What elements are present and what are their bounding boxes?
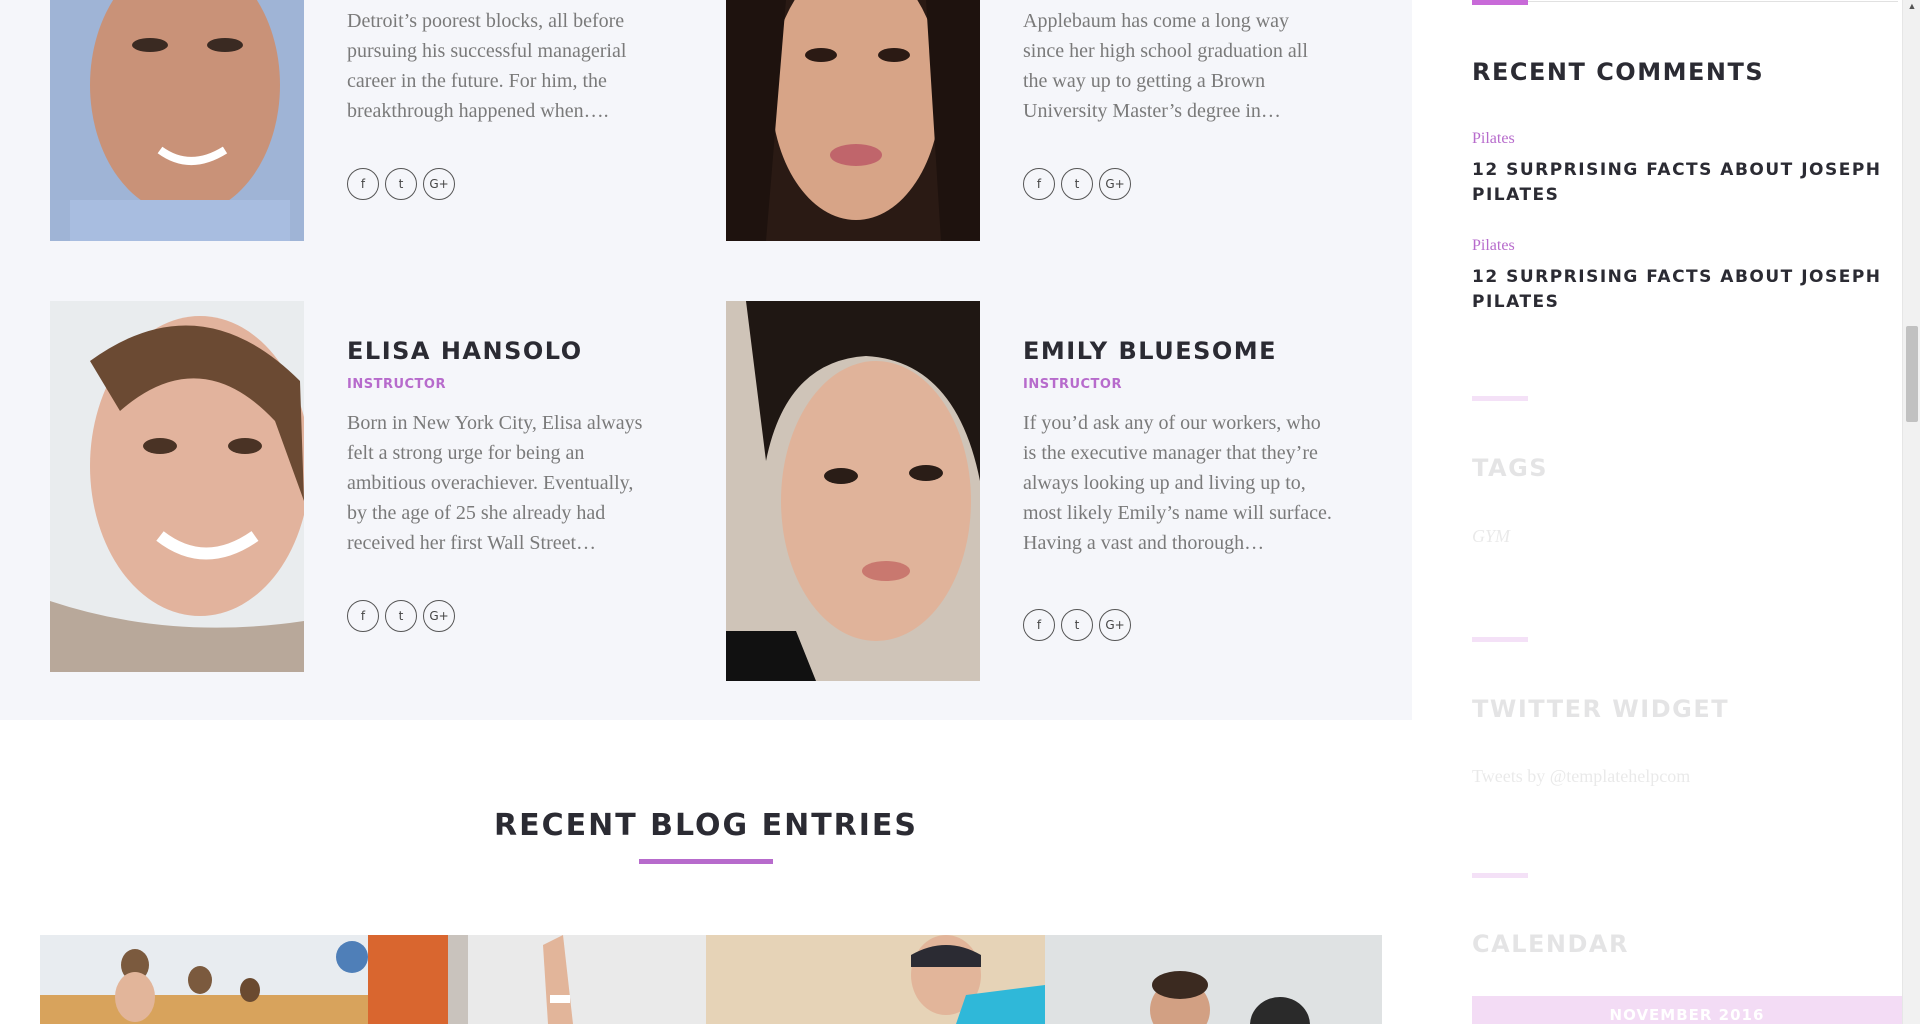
member-socials: f t G+ bbox=[1023, 168, 1131, 200]
member-bio: Born in New York City, Elisa always felt… bbox=[347, 412, 643, 554]
blog-entries bbox=[40, 935, 1382, 1024]
twitter-icon[interactable]: t bbox=[385, 168, 417, 200]
member-socials: f t G+ bbox=[347, 600, 455, 632]
facebook-icon[interactable]: f bbox=[1023, 609, 1055, 641]
tags-heading: TAGS bbox=[1472, 454, 1549, 482]
twitter-icon[interactable]: t bbox=[1061, 168, 1093, 200]
member-card: Applebaum has come a long way since her … bbox=[1023, 6, 1333, 126]
scrollbar-thumb[interactable] bbox=[1906, 326, 1918, 422]
member-card: Detroit’s poorest blocks, all before pur… bbox=[347, 6, 657, 126]
member-photo bbox=[726, 301, 980, 681]
member-bio: Detroit’s poorest blocks, all before pur… bbox=[347, 10, 627, 122]
comment-post-link[interactable]: 12 SURPRISING FACTS ABOUT JOSEPH PILATES bbox=[1472, 158, 1882, 208]
member-photo bbox=[726, 0, 980, 241]
title-underline bbox=[639, 859, 773, 864]
widget-accent-bar bbox=[1472, 637, 1528, 642]
sidebar: RECENT COMMENTS Pilates 12 SURPRISING FA… bbox=[1412, 0, 1902, 1024]
tag-link[interactable]: GYM bbox=[1472, 526, 1510, 547]
comment-post-link[interactable]: 12 SURPRISING FACTS ABOUT JOSEPH PILATES bbox=[1472, 265, 1882, 315]
divider bbox=[1528, 1, 1898, 2]
member-name[interactable]: ELISA HANSOLO bbox=[347, 337, 657, 365]
recent-comments-heading: RECENT COMMENTS bbox=[1472, 58, 1765, 86]
member-role: INSTRUCTOR bbox=[1023, 377, 1122, 392]
blog-entry-image[interactable] bbox=[40, 935, 368, 1024]
scroll-up-arrow-icon[interactable]: ▲ bbox=[1903, 0, 1920, 14]
twitter-icon[interactable]: t bbox=[1061, 609, 1093, 641]
blog-entry-image[interactable] bbox=[368, 935, 706, 1024]
google-plus-icon[interactable]: G+ bbox=[1099, 168, 1131, 200]
member-bio: Applebaum has come a long way since her … bbox=[1023, 10, 1308, 122]
member-socials: f t G+ bbox=[347, 168, 455, 200]
calendar-heading: CALENDAR bbox=[1472, 930, 1629, 958]
google-plus-icon[interactable]: G+ bbox=[423, 600, 455, 632]
calendar-month-header: NOVEMBER 2016 bbox=[1472, 996, 1902, 1024]
widget-accent-bar bbox=[1472, 873, 1528, 878]
widget-accent-bar bbox=[1472, 0, 1528, 5]
page-scrollbar[interactable]: ▲ bbox=[1902, 0, 1920, 1024]
blog-entry-image[interactable] bbox=[706, 935, 1045, 1024]
google-plus-icon[interactable]: G+ bbox=[423, 168, 455, 200]
member-card: EMILY BLUESOME INSTRUCTOR If you’d ask a… bbox=[1023, 337, 1333, 558]
member-socials: f t G+ bbox=[1023, 609, 1131, 641]
widget-accent-bar bbox=[1472, 396, 1528, 401]
facebook-icon[interactable]: f bbox=[347, 600, 379, 632]
member-photo bbox=[50, 0, 304, 241]
member-card: ELISA HANSOLO INSTRUCTOR Born in New Yor… bbox=[347, 337, 657, 558]
twitter-widget-heading: TWITTER WIDGET bbox=[1472, 695, 1730, 723]
member-name[interactable]: EMILY BLUESOME bbox=[1023, 337, 1333, 365]
blog-entry-image[interactable] bbox=[1045, 935, 1382, 1024]
facebook-icon[interactable]: f bbox=[1023, 168, 1055, 200]
comment-category-link[interactable]: Pilates bbox=[1472, 130, 1515, 148]
google-plus-icon[interactable]: G+ bbox=[1099, 609, 1131, 641]
member-photo bbox=[50, 301, 304, 672]
blog-section-title: RECENT BLOG ENTRIES bbox=[493, 808, 919, 843]
comment-category-link[interactable]: Pilates bbox=[1472, 237, 1515, 255]
twitter-icon[interactable]: t bbox=[385, 600, 417, 632]
member-bio: If you’d ask any of our workers, who is … bbox=[1023, 412, 1332, 554]
member-role: INSTRUCTOR bbox=[347, 377, 446, 392]
tweets-link[interactable]: Tweets by @templatehelpcom bbox=[1472, 766, 1690, 787]
facebook-icon[interactable]: f bbox=[347, 168, 379, 200]
team-section: Detroit’s poorest blocks, all before pur… bbox=[0, 0, 1412, 720]
